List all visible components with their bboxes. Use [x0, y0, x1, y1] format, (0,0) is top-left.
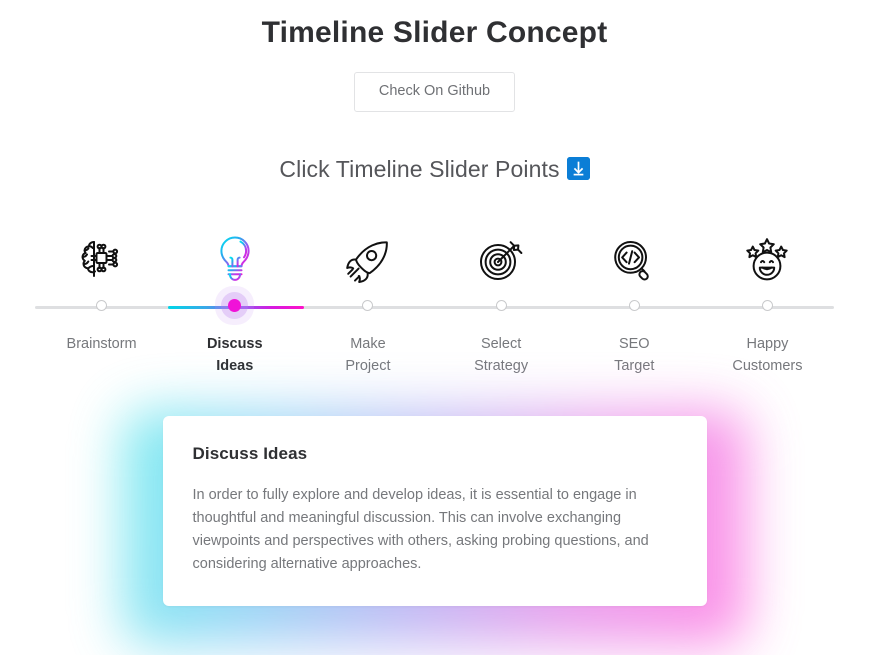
subtitle-text: Click Timeline Slider Points — [279, 155, 560, 182]
timeline-dot-discuss-ideas[interactable] — [228, 295, 242, 317]
timeline-dot-make-project[interactable] — [362, 295, 374, 317]
timeline-dot-happy-customers[interactable] — [761, 295, 773, 317]
lightbulb-icon — [209, 223, 261, 295]
timeline-slider-page: Timeline Slider Concept Check On Github … — [0, 0, 869, 655]
timeline-label-happy-customers: Happy Customers — [732, 335, 803, 374]
timeline-step-brainstorm[interactable]: Brainstorm — [35, 223, 168, 398]
timeline-label-seo-target: SEO Target — [614, 335, 655, 374]
timeline-label-select-strategy: Select Strategy — [474, 335, 529, 374]
timeline-steps: Brainstorm Discuss Ideas Make Project Se… — [35, 223, 834, 398]
github-button-wrap: Check On Github — [0, 72, 869, 112]
timeline-step-happy-customers[interactable]: Happy Customers — [701, 223, 834, 398]
timeline-label-discuss-ideas: Discuss Ideas — [206, 335, 263, 374]
timeline-dot-seo-target[interactable] — [628, 295, 640, 317]
detail-card: Discuss Ideas In order to fully explore … — [162, 415, 707, 606]
timeline-label-make-project: Make Project — [345, 335, 391, 374]
timeline-rail[interactable] — [35, 305, 834, 309]
timeline-dot-brainstorm[interactable] — [96, 295, 108, 317]
timeline-slider[interactable]: Brainstorm Discuss Ideas Make Project Se… — [0, 223, 869, 398]
timeline-step-select-strategy[interactable]: Select Strategy — [435, 223, 568, 398]
timeline-dot-select-strategy[interactable] — [495, 295, 507, 317]
smiley-stars-icon — [738, 223, 796, 295]
detail-card-area: Discuss Ideas In order to fully explore … — [115, 398, 755, 645]
detail-card-title: Discuss Ideas — [192, 443, 308, 463]
code-search-icon — [605, 223, 663, 295]
check-on-github-button[interactable]: Check On Github — [353, 72, 516, 112]
detail-card-body: In order to fully explore and develop id… — [192, 486, 649, 572]
rocket-icon — [339, 223, 397, 295]
target-arrow-icon — [472, 223, 530, 295]
brain-circuit-icon — [73, 223, 131, 295]
page-title: Timeline Slider Concept — [261, 16, 608, 49]
timeline-step-discuss-ideas[interactable]: Discuss Ideas — [168, 223, 301, 398]
down-arrow-emoji — [566, 156, 590, 180]
timeline-step-make-project[interactable]: Make Project — [301, 223, 434, 398]
timeline-step-seo-target[interactable]: SEO Target — [568, 223, 701, 398]
subtitle: Click Timeline Slider Points — [0, 112, 869, 183]
timeline-label-brainstorm: Brainstorm — [66, 335, 137, 352]
